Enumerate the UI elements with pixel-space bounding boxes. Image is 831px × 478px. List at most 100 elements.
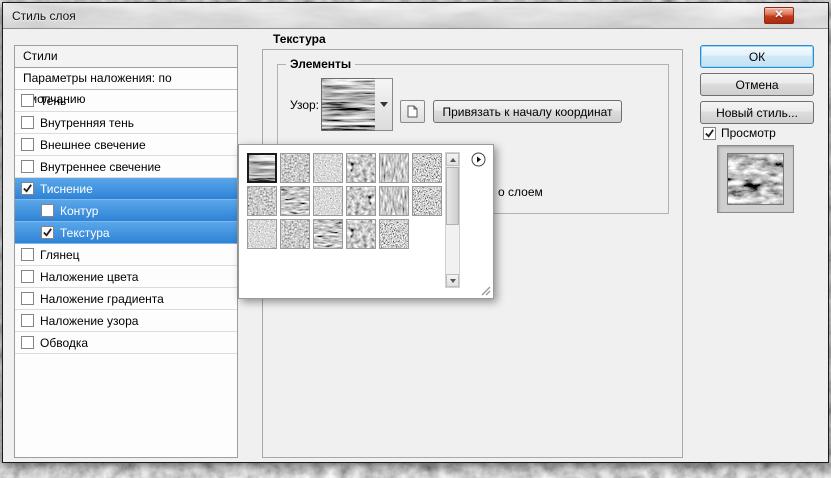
sidebar-item-color-overlay[interactable]: Наложение цвета bbox=[15, 266, 237, 288]
pattern-picker-popup bbox=[238, 144, 494, 299]
sidebar-item-stroke[interactable]: Обводка bbox=[15, 332, 237, 354]
styles-header[interactable]: Стили bbox=[15, 46, 237, 68]
sidebar-item-contour[interactable]: Контур bbox=[15, 200, 237, 222]
sidebar-item-label: Обводка bbox=[40, 335, 89, 350]
sidebar-item-gradient-overlay[interactable]: Наложение градиента bbox=[15, 288, 237, 310]
sidebar-item-inner-glow[interactable]: Внутреннее свечение bbox=[15, 156, 237, 178]
pattern-texture bbox=[380, 187, 408, 215]
pattern-scrollbar[interactable] bbox=[445, 152, 460, 288]
pattern-texture bbox=[248, 220, 276, 248]
checkbox-outer-glow[interactable] bbox=[21, 138, 34, 151]
new-pattern-button[interactable] bbox=[400, 100, 425, 123]
checkbox-bevel-emboss[interactable] bbox=[21, 182, 34, 195]
pane-title: Текстура bbox=[273, 32, 326, 46]
sidebar-item-bevel-emboss[interactable]: Тиснение bbox=[15, 178, 237, 200]
close-button[interactable]: ✕ bbox=[764, 7, 794, 24]
snap-to-origin-button[interactable]: Привязать к началу координат bbox=[433, 100, 622, 123]
dialog-titlebar[interactable]: Стиль слоя ✕ bbox=[3, 3, 828, 29]
pattern-texture bbox=[281, 187, 309, 215]
checkbox-stroke[interactable] bbox=[21, 336, 34, 349]
pattern-swatch-9[interactable] bbox=[313, 186, 343, 216]
pattern-dropdown-arrow[interactable] bbox=[375, 78, 393, 131]
chevron-down-icon bbox=[379, 102, 388, 107]
checkbox-preview[interactable] bbox=[703, 126, 716, 140]
sidebar-item-label: Наложение цвета bbox=[40, 269, 139, 284]
sidebar-item-label: Тиснение bbox=[40, 181, 93, 196]
sidebar-item-label: Внутреннее свечение bbox=[40, 159, 161, 174]
checkbox-satin[interactable] bbox=[21, 248, 34, 261]
pattern-texture bbox=[413, 187, 441, 215]
checkbox-color-overlay[interactable] bbox=[21, 270, 34, 283]
link-with-layer-label-partial[interactable]: о слоем bbox=[498, 185, 543, 199]
pattern-swatch-5[interactable] bbox=[379, 153, 409, 183]
pattern-swatch-current[interactable] bbox=[321, 78, 376, 131]
pattern-texture bbox=[314, 220, 342, 248]
current-pattern-texture bbox=[322, 79, 375, 130]
dialog-title: Стиль слоя bbox=[12, 9, 76, 23]
scroll-up-button[interactable] bbox=[446, 153, 459, 166]
preview-toggle-row: Просмотр bbox=[703, 126, 776, 140]
pattern-swatch-3[interactable] bbox=[313, 153, 343, 183]
pattern-texture bbox=[347, 187, 375, 215]
titlebar-glass-texture bbox=[3, 3, 828, 28]
sidebar-item-outer-glow[interactable]: Внешнее свечение bbox=[15, 134, 237, 156]
pattern-swatch-17[interactable] bbox=[379, 219, 409, 249]
sidebar-item-inner-shadow[interactable]: Внутренняя тень bbox=[15, 112, 237, 134]
checkbox-pattern-overlay[interactable] bbox=[21, 314, 34, 327]
sidebar-item-blending-options[interactable]: Параметры наложения: по умолчанию bbox=[15, 68, 237, 106]
sidebar-item-satin[interactable]: Глянец bbox=[15, 244, 237, 266]
sidebar-item-label: Глянец bbox=[40, 247, 80, 262]
pattern-texture bbox=[314, 154, 342, 182]
pattern-texture bbox=[281, 220, 309, 248]
layer-style-dialog: Стиль слоя ✕ Стили Параметры наложения: … bbox=[2, 2, 829, 463]
arrow-down-icon bbox=[449, 278, 456, 283]
checkmark-icon bbox=[43, 228, 52, 237]
new-style-button[interactable]: Новый стиль... bbox=[700, 101, 814, 124]
pattern-texture bbox=[347, 220, 375, 248]
pattern-swatch-11[interactable] bbox=[379, 186, 409, 216]
resize-grip-icon[interactable] bbox=[480, 285, 491, 296]
pattern-swatch-13[interactable] bbox=[247, 219, 277, 249]
checkbox-gradient-overlay[interactable] bbox=[21, 292, 34, 305]
picker-menu-button[interactable] bbox=[470, 151, 487, 168]
pattern-swatch-16[interactable] bbox=[346, 219, 376, 249]
sidebar-item-texture[interactable]: Текстура bbox=[15, 222, 237, 244]
pattern-texture bbox=[380, 220, 408, 248]
cancel-button[interactable]: Отмена bbox=[700, 73, 814, 96]
checkbox-inner-glow[interactable] bbox=[21, 160, 34, 173]
new-preset-icon bbox=[407, 105, 418, 118]
pattern-swatch-6[interactable] bbox=[412, 153, 442, 183]
styles-panel: Стили Параметры наложения: по умолчанию … bbox=[14, 45, 238, 458]
sidebar-item-pattern-overlay[interactable]: Наложение узора bbox=[15, 310, 237, 332]
desktop-background: Стиль слоя ✕ Стили Параметры наложения: … bbox=[0, 0, 831, 478]
pattern-label: Узор: bbox=[290, 98, 319, 112]
pattern-swatch-12[interactable] bbox=[412, 186, 442, 216]
scrollbar-thumb[interactable] bbox=[446, 167, 459, 225]
pattern-texture bbox=[347, 154, 375, 182]
pattern-texture bbox=[249, 155, 275, 181]
pattern-swatch-8[interactable] bbox=[280, 186, 310, 216]
pattern-swatch-4[interactable] bbox=[346, 153, 376, 183]
pattern-texture bbox=[413, 154, 441, 182]
pattern-grid bbox=[247, 153, 443, 249]
pattern-texture bbox=[248, 187, 276, 215]
checkmark-icon bbox=[705, 128, 714, 138]
pattern-swatch-1[interactable] bbox=[247, 153, 277, 183]
pattern-swatch-14[interactable] bbox=[280, 219, 310, 249]
ok-button[interactable]: ОК bbox=[700, 45, 814, 68]
pattern-swatch-10[interactable] bbox=[346, 186, 376, 216]
pattern-swatch-2[interactable] bbox=[280, 153, 310, 183]
checkbox-texture[interactable] bbox=[41, 226, 54, 239]
scroll-down-button[interactable] bbox=[446, 274, 459, 287]
pattern-texture bbox=[380, 154, 408, 182]
checkbox-drop-shadow[interactable] bbox=[21, 94, 34, 107]
sidebar-item-label: Текстура bbox=[60, 225, 110, 240]
pattern-swatch-7[interactable] bbox=[247, 186, 277, 216]
sidebar-item-label: Наложение градиента bbox=[40, 291, 164, 306]
checkbox-inner-shadow[interactable] bbox=[21, 116, 34, 129]
style-preview-thumbnail bbox=[717, 145, 794, 213]
sidebar-item-label: Внутренняя тень bbox=[40, 115, 134, 130]
checkbox-contour[interactable] bbox=[41, 204, 54, 217]
pattern-swatch-15[interactable] bbox=[313, 219, 343, 249]
sidebar-item-label: Наложение узора bbox=[40, 313, 139, 328]
